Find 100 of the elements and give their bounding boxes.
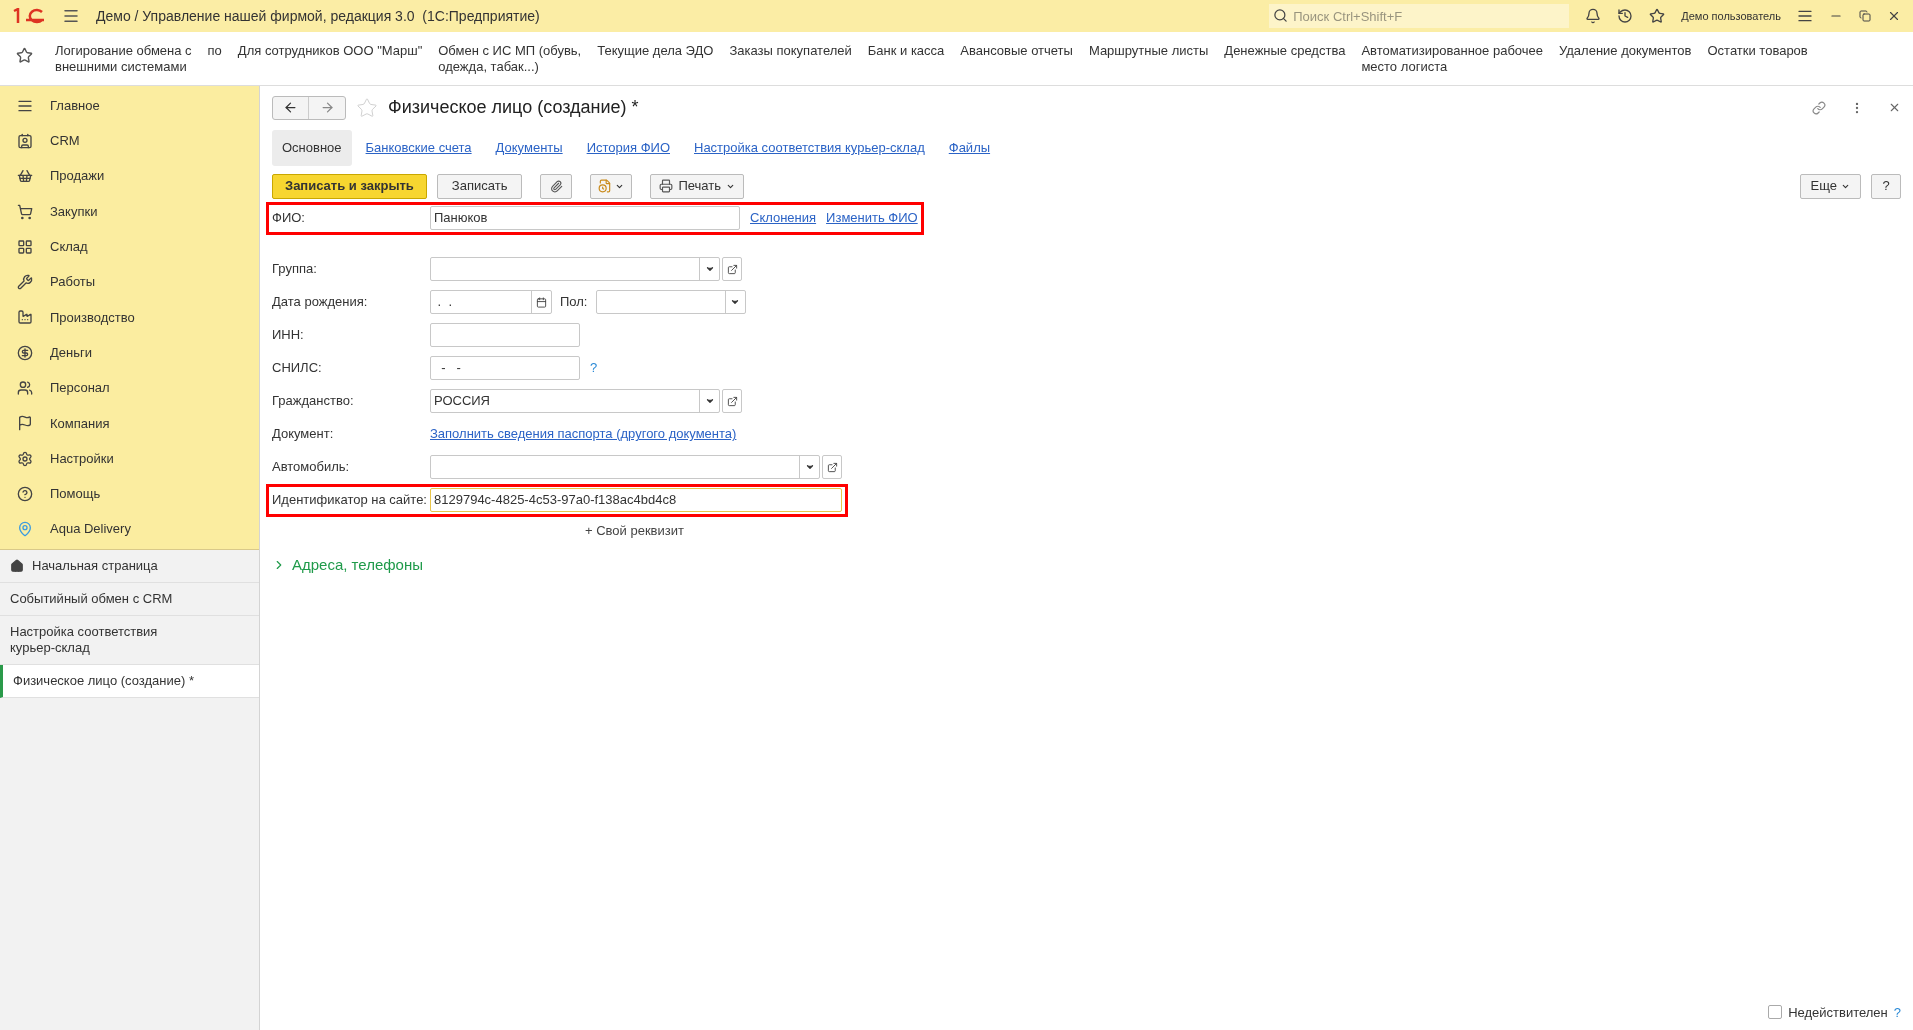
- open-window-icon: [726, 263, 738, 275]
- field-label: Гражданство:: [272, 392, 355, 411]
- calendar-icon: [536, 296, 547, 308]
- restore-icon[interactable]: [1859, 10, 1871, 22]
- favorite-link[interactable]: Логирование обмена с внешними системами: [55, 43, 192, 75]
- open-window-tab[interactable]: Начальная страница: [0, 549, 259, 583]
- favorite-link[interactable]: Обмен с ИС МП (обувь, одежда, табак...): [438, 43, 582, 75]
- flag-icon: [17, 415, 33, 432]
- tab[interactable]: Банковские счета: [355, 130, 482, 166]
- star-icon[interactable]: [16, 47, 33, 64]
- section-item[interactable]: Настройки: [0, 440, 259, 477]
- contact-card-icon: [17, 132, 33, 149]
- open-window-icon: [726, 395, 738, 407]
- help-link[interactable]: ?: [1893, 1002, 1901, 1022]
- history-icon[interactable]: [1617, 8, 1634, 24]
- section-item[interactable]: Aqua Delivery: [0, 511, 259, 547]
- add-attribute-link[interactable]: + Свой реквизит: [585, 520, 684, 540]
- favorite-link[interactable]: Остатки товаров: [1707, 43, 1808, 59]
- field-label: Группа:: [272, 260, 318, 279]
- print-button[interactable]: Печать: [650, 173, 744, 199]
- link[interactable]: Изменить ФИО: [826, 208, 918, 228]
- field-label: ФИО:: [272, 209, 306, 228]
- tab[interactable]: Настройка соответствия курьер-склад: [684, 130, 935, 166]
- tab[interactable]: История ФИО: [576, 130, 680, 166]
- section-item[interactable]: Помощь: [0, 476, 259, 512]
- favorite-link[interactable]: Для сотрудников ООО "Марш": [237, 43, 423, 59]
- open-window-tab[interactable]: Событийный обмен с CRM: [0, 582, 259, 616]
- input-field[interactable]: [595, 290, 746, 314]
- input-field[interactable]: 8129794c-4825-4c53-97a0-f138ac4bd4c8: [430, 488, 842, 512]
- open-button[interactable]: [822, 455, 842, 479]
- document-clock-icon: [598, 179, 613, 193]
- printer-icon: [659, 179, 674, 193]
- section-item[interactable]: Закупки: [0, 193, 259, 230]
- open-window-tab[interactable]: Физическое лицо (создание) *: [0, 664, 259, 698]
- input-field[interactable]: [430, 257, 720, 281]
- link-icon[interactable]: [1812, 100, 1826, 115]
- checkbox-label: Недействителен: [1788, 1003, 1888, 1022]
- help-button[interactable]: ?: [1871, 173, 1901, 199]
- field-label: ИНН:: [272, 326, 305, 345]
- open-window-icon: [826, 461, 838, 473]
- favorite-link[interactable]: по: [207, 43, 222, 59]
- star-icon[interactable]: [356, 96, 378, 119]
- menu-icon[interactable]: [62, 7, 80, 25]
- section-item[interactable]: Продажи: [0, 158, 259, 194]
- favorite-link[interactable]: Удаление документов: [1559, 43, 1692, 59]
- input-field[interactable]: . .: [430, 290, 552, 314]
- section-item[interactable]: Главное: [0, 88, 259, 124]
- input-field[interactable]: [430, 323, 580, 347]
- favorite-link[interactable]: Автоматизированное рабочее место логиста: [1361, 43, 1543, 75]
- section-item[interactable]: Компания: [0, 405, 259, 441]
- open-window-tab[interactable]: Настройка соответствия курьер-склад: [0, 615, 259, 665]
- section-item[interactable]: Работы: [0, 264, 259, 300]
- factory-icon: [17, 309, 33, 326]
- settings-menu-icon[interactable]: [1797, 8, 1813, 24]
- input-field[interactable]: РОССИЯ: [430, 389, 720, 413]
- coin-icon: [17, 344, 33, 361]
- search-field[interactable]: Поиск Ctrl+Shift+F: [1269, 4, 1570, 28]
- group-toggle[interactable]: Адреса, телефоны: [272, 554, 423, 577]
- bell-icon[interactable]: [1585, 8, 1602, 24]
- favorite-link[interactable]: Маршрутные листы: [1088, 43, 1209, 59]
- user-name[interactable]: Демо пользователь: [1681, 7, 1781, 25]
- favorite-link[interactable]: Денежные средства: [1224, 43, 1346, 59]
- section-item[interactable]: Склад: [0, 229, 259, 265]
- help-link[interactable]: ?: [590, 358, 598, 378]
- tab[interactable]: Документы: [485, 130, 573, 166]
- document-menu-button[interactable]: [590, 173, 633, 199]
- attach-button[interactable]: [540, 173, 573, 199]
- search-icon: [1273, 8, 1289, 23]
- input-field[interactable]: - -: [430, 356, 580, 380]
- section-item[interactable]: Персонал: [0, 370, 259, 406]
- section-item[interactable]: CRM: [0, 123, 259, 159]
- section-item[interactable]: Производство: [0, 299, 259, 336]
- help-icon: [17, 485, 33, 502]
- link[interactable]: Заполнить сведения паспорта (другого документа): [430, 424, 737, 444]
- location-pin-icon: [17, 521, 33, 538]
- close-icon[interactable]: [1888, 101, 1901, 114]
- save-and-close-button[interactable]: Записать и закрыть: [272, 173, 427, 199]
- section-item[interactable]: Деньги: [0, 335, 259, 371]
- caret-icon: [804, 462, 815, 472]
- tab[interactable]: Файлы: [938, 130, 1001, 166]
- caret-icon: [704, 396, 715, 406]
- favorite-link[interactable]: Заказы покупателей: [729, 43, 852, 59]
- open-button[interactable]: [722, 389, 742, 413]
- favorite-link[interactable]: Банк и касса: [867, 43, 945, 59]
- close-icon[interactable]: [1887, 9, 1901, 23]
- home-icon: [10, 558, 24, 573]
- field-label: СНИЛС:: [272, 359, 323, 378]
- open-button[interactable]: [722, 257, 742, 281]
- logo-icon: [12, 8, 46, 24]
- tab[interactable]: Основное: [272, 130, 352, 166]
- form-title: Физическое лицо (создание) *: [388, 96, 639, 119]
- save-button[interactable]: Записать: [436, 173, 523, 199]
- star-icon[interactable]: [1649, 8, 1666, 24]
- input-field[interactable]: [430, 455, 820, 479]
- checkbox[interactable]: [1768, 1005, 1783, 1020]
- more-button[interactable]: Еще: [1799, 173, 1861, 199]
- favorite-link[interactable]: Текущие дела ЭДО: [597, 43, 714, 59]
- input-field[interactable]: Панюков: [430, 206, 740, 230]
- link[interactable]: Склонения: [750, 208, 817, 228]
- favorite-link[interactable]: Авансовые отчеты: [960, 43, 1073, 59]
